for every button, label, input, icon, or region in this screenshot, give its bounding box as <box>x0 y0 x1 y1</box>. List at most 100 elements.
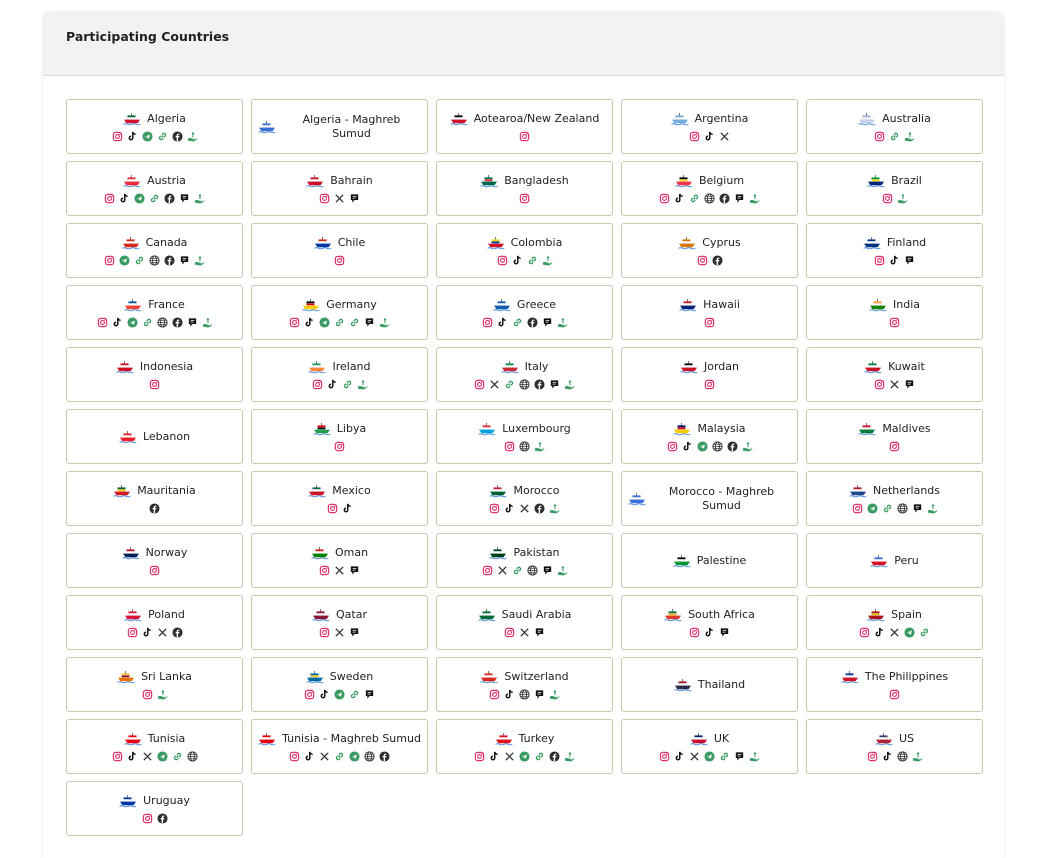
web-icon[interactable] <box>149 254 160 266</box>
chat-icon[interactable] <box>904 255 915 266</box>
tiktok-icon[interactable] <box>319 689 330 700</box>
chat-icon[interactable] <box>179 255 190 266</box>
help-icon[interactable] <box>549 689 560 700</box>
web-icon[interactable] <box>896 502 908 514</box>
tiktok-icon[interactable] <box>504 503 515 514</box>
country-card[interactable]: Germany <box>251 285 428 340</box>
country-card[interactable]: Norway <box>66 533 243 588</box>
link-icon[interactable] <box>504 379 515 390</box>
link-icon[interactable] <box>919 627 930 638</box>
facebook-icon[interactable] <box>534 378 545 390</box>
help-icon[interactable] <box>357 379 368 390</box>
chat-icon[interactable] <box>179 193 190 204</box>
tiktok-icon[interactable] <box>874 627 885 638</box>
country-card[interactable]: Indonesia <box>66 347 243 402</box>
country-card[interactable]: Hawaii <box>621 285 798 340</box>
instagram-icon[interactable] <box>482 317 493 328</box>
facebook-icon[interactable] <box>534 502 545 514</box>
facebook-icon[interactable] <box>549 750 560 762</box>
instagram-icon[interactable] <box>689 131 700 142</box>
chat-icon[interactable] <box>549 379 560 390</box>
chat-icon[interactable] <box>542 317 553 328</box>
instagram-icon[interactable] <box>852 503 863 514</box>
instagram-icon[interactable] <box>312 379 323 390</box>
instagram-icon[interactable] <box>97 317 108 328</box>
country-card[interactable]: Kuwait <box>806 347 983 402</box>
country-card[interactable]: Algeria <box>66 99 243 154</box>
tiktok-icon[interactable] <box>512 255 523 266</box>
instagram-icon[interactable] <box>504 441 515 452</box>
country-card[interactable]: Malaysia <box>621 409 798 464</box>
chat-icon[interactable] <box>734 193 745 204</box>
chat-icon[interactable] <box>719 627 730 638</box>
instagram-icon[interactable] <box>889 317 900 328</box>
country-card[interactable]: Qatar <box>251 595 428 650</box>
instagram-icon[interactable] <box>112 131 123 142</box>
tiktok-icon[interactable] <box>119 193 130 204</box>
chat-icon[interactable] <box>542 565 553 576</box>
link-icon[interactable] <box>349 689 360 700</box>
instagram-icon[interactable] <box>104 193 115 204</box>
country-card[interactable]: Luxembourg <box>436 409 613 464</box>
telegram-icon[interactable] <box>119 254 130 266</box>
country-card[interactable]: Mexico <box>251 471 428 526</box>
tiktok-icon[interactable] <box>504 689 515 700</box>
country-card[interactable]: Tunisia <box>66 719 243 774</box>
instagram-icon[interactable] <box>319 565 330 576</box>
help-icon[interactable] <box>749 193 760 204</box>
country-card[interactable]: Palestine <box>621 533 798 588</box>
country-card[interactable]: Sri Lanka <box>66 657 243 712</box>
country-card[interactable]: Argentina <box>621 99 798 154</box>
instagram-icon[interactable] <box>489 503 500 514</box>
x-icon[interactable] <box>719 131 730 142</box>
instagram-icon[interactable] <box>889 689 900 700</box>
country-card[interactable]: Finland <box>806 223 983 278</box>
help-icon[interactable] <box>557 317 568 328</box>
chat-icon[interactable] <box>364 689 375 700</box>
country-card[interactable]: Poland <box>66 595 243 650</box>
link-icon[interactable] <box>349 317 360 328</box>
country-card[interactable]: Switzerland <box>436 657 613 712</box>
country-card[interactable]: The Philippines <box>806 657 983 712</box>
chat-icon[interactable] <box>734 751 745 762</box>
tiktok-icon[interactable] <box>674 751 685 762</box>
tiktok-icon[interactable] <box>682 441 693 452</box>
instagram-icon[interactable] <box>689 627 700 638</box>
country-card[interactable]: Oman <box>251 533 428 588</box>
link-icon[interactable] <box>527 255 538 266</box>
instagram-icon[interactable] <box>882 193 893 204</box>
instagram-icon[interactable] <box>319 193 330 204</box>
facebook-icon[interactable] <box>156 812 168 824</box>
web-icon[interactable] <box>704 192 715 204</box>
x-icon[interactable] <box>504 751 515 762</box>
country-card[interactable]: Algeria - Maghreb Sumud <box>251 99 428 154</box>
x-icon[interactable] <box>319 751 330 762</box>
telegram-icon[interactable] <box>319 316 330 328</box>
tiktok-icon[interactable] <box>889 255 900 266</box>
instagram-icon[interactable] <box>474 751 485 762</box>
country-card[interactable]: South Africa <box>621 595 798 650</box>
chat-icon[interactable] <box>912 503 923 514</box>
instagram-icon[interactable] <box>704 379 715 390</box>
help-icon[interactable] <box>157 689 168 700</box>
instagram-icon[interactable] <box>504 627 515 638</box>
instagram-icon[interactable] <box>149 379 160 390</box>
tiktok-icon[interactable] <box>704 627 715 638</box>
link-icon[interactable] <box>534 751 545 762</box>
country-card[interactable]: Belgium <box>621 161 798 216</box>
tiktok-icon[interactable] <box>304 317 315 328</box>
telegram-icon[interactable] <box>141 130 153 142</box>
help-icon[interactable] <box>187 131 198 142</box>
instagram-icon[interactable] <box>667 441 678 452</box>
telegram-icon[interactable] <box>519 750 530 762</box>
telegram-icon[interactable] <box>126 316 138 328</box>
telegram-icon[interactable] <box>904 626 915 638</box>
chat-icon[interactable] <box>534 627 545 638</box>
web-icon[interactable] <box>711 440 723 452</box>
country-card[interactable]: Australia <box>806 99 983 154</box>
instagram-icon[interactable] <box>289 317 300 328</box>
help-icon[interactable] <box>202 317 213 328</box>
chat-icon[interactable] <box>187 317 198 328</box>
help-icon[interactable] <box>557 565 568 576</box>
chat-icon[interactable] <box>349 627 360 638</box>
